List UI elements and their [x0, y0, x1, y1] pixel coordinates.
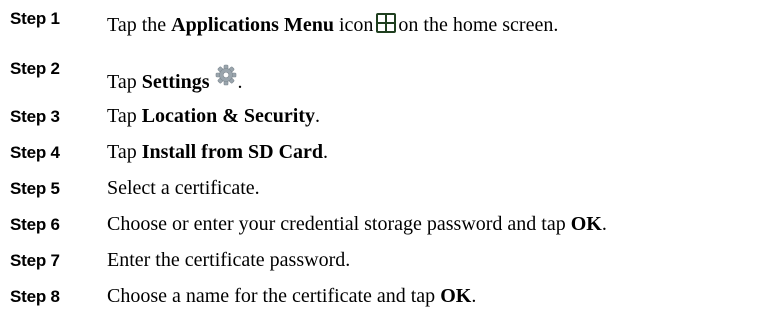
step-text: Tap Location & Security.: [107, 105, 320, 128]
ok-label: OK: [570, 213, 602, 235]
step-text-part: Enter the certificate password.: [107, 249, 351, 271]
step-number: Step 7: [10, 251, 60, 270]
step-text: Tap Install from SD Card.: [107, 141, 328, 164]
step-3: Step 3 Tap Location & Security.: [0, 103, 775, 133]
step-text-part: .: [315, 105, 321, 127]
step-4: Step 4 Tap Install from SD Card.: [0, 139, 775, 169]
step-number: Step 6: [10, 215, 60, 234]
step-text-part: icon: [333, 14, 374, 36]
step-number: Step 4: [10, 143, 60, 162]
step-text-part: Choose a name for the certificate and ta…: [107, 285, 441, 307]
step-number: Step 2: [10, 59, 60, 78]
step-text-part: Select a certificate.: [107, 177, 260, 199]
settings-label: Settings: [141, 71, 210, 93]
step-text-part: .: [237, 71, 243, 93]
step-6: Step 6 Choose or enter your credential s…: [0, 211, 775, 241]
step-text: Tap the Applications Menu icon on the ho…: [107, 13, 558, 37]
step-text-part: Tap: [107, 105, 142, 127]
step-number: Step 8: [10, 287, 60, 306]
step-text: Tap Settings .: [107, 64, 243, 94]
step-7: Step 7 Enter the certificate password.: [0, 247, 775, 277]
applications-menu-label: Applications Menu: [171, 14, 334, 36]
steps-list: Step 1 Tap the Applications Menu icon on…: [0, 0, 775, 335]
step-1: Step 1 Tap the Applications Menu icon on…: [0, 4, 775, 37]
ok-label: OK: [440, 285, 472, 307]
location-security-label: Location & Security: [141, 105, 316, 127]
step-text-part: .: [471, 285, 477, 307]
step-text-part: Choose or enter your credential storage …: [107, 213, 571, 235]
step-5: Step 5 Select a certificate.: [0, 175, 775, 205]
step-text-part: Tap the: [107, 14, 172, 36]
step-8: Step 8 Choose a name for the certificate…: [0, 283, 775, 313]
step-text-part: Tap: [107, 71, 142, 93]
applications-menu-icon: [376, 13, 397, 33]
settings-gear-icon: [215, 64, 237, 86]
step-text-part: Tap: [107, 141, 142, 163]
install-sd-card-label: Install from SD Card: [141, 141, 324, 163]
step-text-part: on the home screen.: [398, 14, 559, 36]
step-text-part: .: [323, 141, 329, 163]
step-2: Step 2 Tap Settings .: [0, 53, 775, 93]
step-text: Choose or enter your credential storage …: [107, 213, 607, 236]
step-number: Step 3: [10, 107, 60, 126]
step-number: Step 5: [10, 179, 60, 198]
step-text: Choose a name for the certificate and ta…: [107, 285, 476, 308]
step-text: Enter the certificate password.: [107, 249, 350, 272]
step-text: Select a certificate.: [107, 177, 260, 200]
step-text-part: .: [601, 213, 607, 235]
step-number: Step 1: [10, 9, 60, 28]
